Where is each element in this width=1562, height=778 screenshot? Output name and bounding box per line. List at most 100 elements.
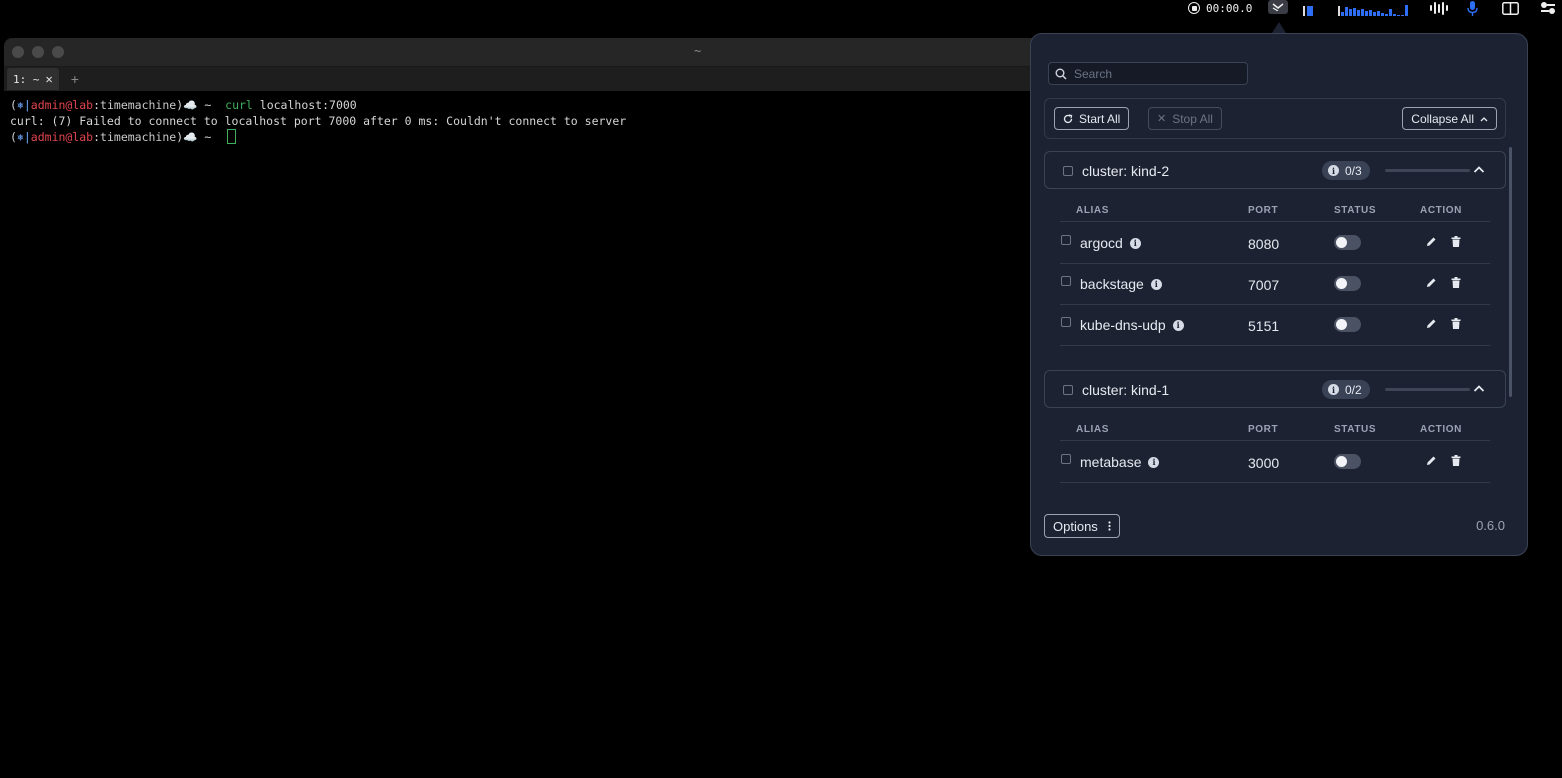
cluster-list: cluster: kind-2 i 0/3 ALIAS PORT STATUS … <box>1044 151 1512 491</box>
maximize-window-button[interactable] <box>52 46 64 58</box>
row-port: 8080 <box>1248 236 1280 252</box>
column-header-port: PORT <box>1248 205 1279 216</box>
table-row: argocd i 8080 <box>1060 222 1490 264</box>
status-toggle[interactable] <box>1334 454 1361 469</box>
prompt-context: timemachine <box>100 98 177 112</box>
terminal-line: (⎈|admin@lab:timemachine)☁️ ~ <box>10 129 1058 145</box>
cpu-graph-icon[interactable] <box>1338 0 1408 16</box>
prompt-user: admin@lab <box>30 98 94 112</box>
terminal-tab[interactable]: 1: ~ ✕ <box>7 68 59 90</box>
column-header-status: STATUS <box>1334 205 1377 216</box>
trash-icon[interactable] <box>1451 236 1461 247</box>
trash-icon[interactable] <box>1451 318 1461 329</box>
trash-icon[interactable] <box>1451 277 1461 288</box>
column-header-action: ACTION <box>1420 205 1462 216</box>
row-port: 3000 <box>1248 455 1280 471</box>
cluster-name: cluster: kind-2 <box>1082 163 1170 179</box>
window-split-icon[interactable] <box>1502 0 1519 16</box>
search-icon <box>1055 68 1067 80</box>
row-alias: kube-dns-udp <box>1080 317 1166 333</box>
terminal-output[interactable]: (⎈|admin@lab:timemachine)☁️ ~ curl local… <box>4 91 1064 151</box>
cluster-progress-bar <box>1385 169 1470 172</box>
terminal-window[interactable]: ~ 1: ~ ✕ + (⎈|admin@lab:timemachine)☁️ ~… <box>4 38 1064 158</box>
info-icon[interactable]: i <box>1148 456 1160 468</box>
collapse-all-button[interactable]: Collapse All <box>1402 107 1497 130</box>
terminal-line: (⎈|admin@lab:timemachine)☁️ ~ curl local… <box>10 98 357 112</box>
stop-all-button[interactable]: ✕ Stop All <box>1148 107 1222 130</box>
terminal-cursor <box>227 129 237 144</box>
running-count-badge: i 0/3 <box>1322 161 1370 180</box>
row-select-checkbox[interactable] <box>1061 317 1071 327</box>
command-args: localhost:7000 <box>252 98 357 112</box>
status-toggle[interactable] <box>1334 317 1361 332</box>
kftray-icon[interactable] <box>1268 0 1288 14</box>
status-toggle[interactable] <box>1334 235 1361 250</box>
prompt-user: admin@lab <box>30 130 94 144</box>
chevron-up-icon <box>1480 116 1488 121</box>
screen-recording-indicator[interactable]: 00:00.0 <box>1188 0 1252 16</box>
column-header-status: STATUS <box>1334 424 1377 435</box>
row-port: 5151 <box>1248 318 1280 334</box>
chevron-up-icon[interactable] <box>1473 165 1485 174</box>
table-row: kube-dns-udp i 5151 <box>1060 304 1490 346</box>
row-select-checkbox[interactable] <box>1061 235 1071 245</box>
close-window-button[interactable] <box>12 46 24 58</box>
row-alias: metabase <box>1080 454 1142 470</box>
row-select-checkbox[interactable] <box>1061 454 1071 464</box>
search-field[interactable] <box>1048 62 1248 85</box>
popover-caret <box>1272 22 1286 33</box>
audio-wave-icon[interactable] <box>1430 0 1448 16</box>
info-icon[interactable]: i <box>1172 319 1184 331</box>
column-header-action: ACTION <box>1420 424 1462 435</box>
terminal-titlebar[interactable]: ~ <box>4 38 1064 67</box>
memory-icon[interactable] <box>1303 0 1313 16</box>
app-version: 0.6.0 <box>1476 518 1505 533</box>
record-icon <box>1188 2 1200 14</box>
edit-icon[interactable] <box>1426 455 1437 466</box>
edit-icon[interactable] <box>1426 277 1437 288</box>
bulk-actions-toolbar: Start All ✕ Stop All Collapse All <box>1044 98 1506 139</box>
microphone-icon[interactable] <box>1467 0 1478 16</box>
cluster-header[interactable]: cluster: kind-2 i 0/3 <box>1044 151 1506 189</box>
info-icon: i <box>1328 165 1339 176</box>
terminal-title: ~ <box>694 44 702 58</box>
table-row: backstage i 7007 <box>1060 263 1490 305</box>
new-tab-button[interactable]: + <box>71 71 79 87</box>
edit-icon[interactable] <box>1426 318 1437 329</box>
minimize-window-button[interactable] <box>32 46 44 58</box>
row-port: 7007 <box>1248 277 1280 293</box>
chevron-up-icon[interactable] <box>1473 384 1485 393</box>
more-vertical-icon <box>1108 521 1111 531</box>
prompt-context: timemachine <box>100 130 177 144</box>
table-row: metabase i 3000 <box>1060 441 1490 483</box>
control-center-icon[interactable] <box>1540 0 1556 16</box>
command-name: curl <box>225 98 253 112</box>
cluster-select-checkbox[interactable] <box>1063 385 1073 395</box>
cluster-header[interactable]: cluster: kind-1 i 0/2 <box>1044 370 1506 408</box>
terminal-line: curl: (7) Failed to connect to localhost… <box>10 113 1058 129</box>
row-select-checkbox[interactable] <box>1061 276 1071 286</box>
recording-time: 00:00.0 <box>1206 1 1253 15</box>
status-toggle[interactable] <box>1334 276 1361 291</box>
close-icon: ✕ <box>1157 113 1167 125</box>
window-controls <box>12 46 64 58</box>
column-header-alias: ALIAS <box>1076 205 1109 216</box>
options-button[interactable]: Options <box>1044 514 1120 538</box>
trash-icon[interactable] <box>1451 455 1461 466</box>
kftray-popover: Start All ✕ Stop All Collapse All cluste… <box>1030 33 1528 556</box>
terminal-tab-label: 1: ~ <box>13 72 40 86</box>
info-icon[interactable]: i <box>1129 237 1141 249</box>
cluster-select-checkbox[interactable] <box>1063 166 1073 176</box>
cluster-progress-bar <box>1385 388 1470 391</box>
column-header-port: PORT <box>1248 424 1279 435</box>
search-input[interactable] <box>1072 65 1241 82</box>
menubar: 00:00.0 <box>0 0 1562 16</box>
column-header-alias: ALIAS <box>1076 424 1109 435</box>
start-all-button[interactable]: Start All <box>1054 107 1130 130</box>
info-icon[interactable]: i <box>1150 278 1162 290</box>
close-tab-icon[interactable]: ✕ <box>46 72 53 86</box>
edit-icon[interactable] <box>1426 236 1437 247</box>
row-alias: backstage <box>1080 276 1144 292</box>
cluster-name: cluster: kind-1 <box>1082 382 1170 398</box>
info-icon: i <box>1328 384 1339 395</box>
